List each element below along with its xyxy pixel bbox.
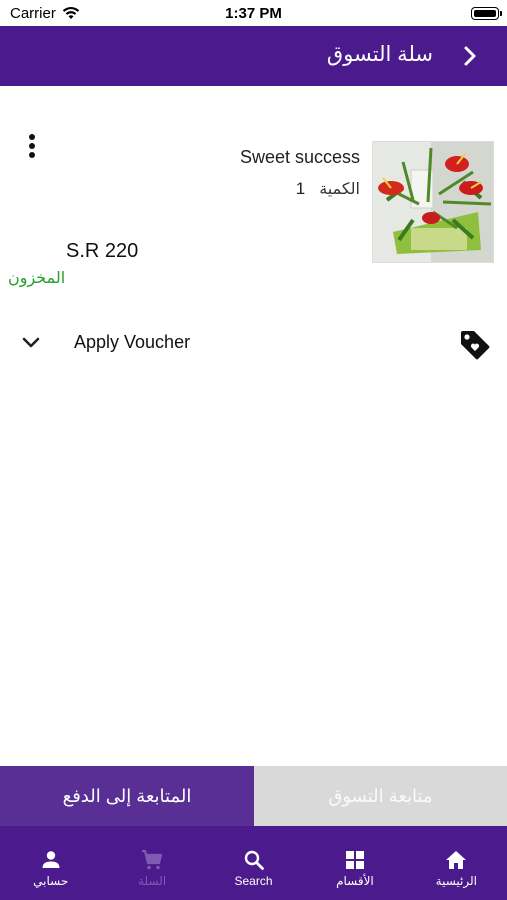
tab-categories[interactable]: الأقسام — [304, 826, 405, 900]
tab-label: الأقسام — [336, 874, 374, 888]
tab-label: الرئيسية — [435, 874, 477, 888]
stock-status: المخزون — [8, 270, 66, 287]
item-price: S.R 220 — [66, 240, 139, 262]
product-image — [372, 141, 494, 263]
app-header: سلة التسوق — [0, 26, 507, 86]
tab-label: حسابي — [33, 874, 69, 888]
home-icon — [446, 851, 467, 869]
cart-icon — [142, 849, 163, 870]
tab-home[interactable]: الرئيسية — [406, 826, 507, 900]
battery-icon — [471, 7, 502, 20]
apply-voucher-label[interactable]: Apply Voucher — [74, 332, 190, 353]
tab-cart[interactable]: السلة — [101, 826, 202, 900]
quantity-label: الكمية — [319, 181, 360, 198]
tab-label: Search — [234, 874, 273, 888]
continue-shopping-button[interactable]: متابعة التسوق — [254, 766, 507, 826]
grid-icon — [345, 851, 364, 869]
proceed-to-checkout-button[interactable]: المتابعة إلى الدفع — [0, 766, 254, 826]
search-icon — [244, 850, 264, 870]
tab-search[interactable]: Search — [203, 826, 304, 900]
tab-bar: حسابي السلة Search الأقسام الرئيسية — [0, 826, 507, 900]
apply-voucher-row[interactable]: Apply Voucher — [0, 322, 507, 366]
quantity-value: 1 — [295, 179, 306, 198]
tag-icon — [461, 331, 490, 360]
clock: 1:37 PM — [225, 5, 282, 22]
page-title: سلة التسوق — [326, 43, 433, 66]
tab-account[interactable]: حسابي — [0, 826, 101, 900]
more-options-icon[interactable] — [22, 134, 42, 166]
chevron-down-icon[interactable] — [20, 335, 42, 351]
product-name: Sweet success — [239, 147, 360, 167]
person-icon — [42, 851, 60, 868]
quantity-row: الكمية 1 — [296, 179, 360, 199]
status-bar: Carrier 1:37 PM — [0, 0, 507, 26]
chevron-right-icon[interactable] — [459, 44, 481, 68]
tab-label: السلة — [138, 874, 167, 888]
